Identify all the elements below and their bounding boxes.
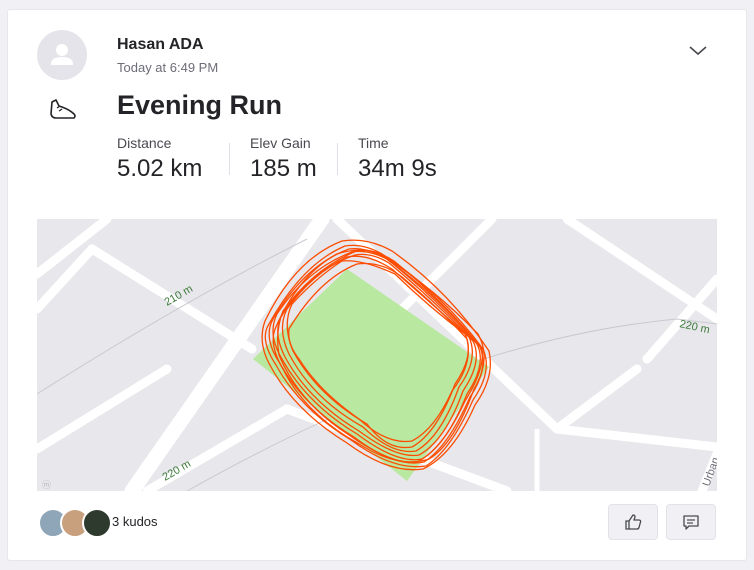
- stat-value: 185 m: [250, 155, 317, 182]
- stat-label: Time: [358, 135, 389, 151]
- stat-label: Distance: [117, 135, 172, 151]
- stat-distance: Distance 5.02 km: [117, 135, 202, 183]
- stat-value: 34m 9s: [358, 155, 437, 182]
- comment-button[interactable]: [666, 504, 716, 540]
- kudos-avatars[interactable]: [38, 508, 112, 538]
- stat-value: 5.02 km: [117, 155, 203, 182]
- route-map[interactable]: 210 m 220 m 220 m Urban ⓜ: [37, 219, 717, 491]
- running-shoe-icon: [46, 94, 80, 124]
- activity-card: Hasan ADA Today at 6:49 PM Evening Run D…: [8, 10, 746, 560]
- stat-divider: [229, 143, 230, 175]
- stat-label: Elev Gain: [250, 135, 311, 151]
- activity-timestamp: Today at 6:49 PM: [117, 60, 219, 75]
- stat-time: Time 34m 9s: [358, 135, 437, 183]
- kudos-button[interactable]: [608, 504, 658, 540]
- activity-title[interactable]: Evening Run: [117, 90, 282, 121]
- stat-elev-gain: Elev Gain 185 m: [250, 135, 317, 183]
- kudos-count[interactable]: 3 kudos: [112, 514, 158, 529]
- comment-icon: [683, 515, 699, 530]
- map-attribution-icon: ⓜ: [42, 480, 52, 490]
- chevron-down-icon[interactable]: [684, 38, 712, 62]
- thumbs-up-icon: [625, 514, 642, 530]
- kudos-avatar[interactable]: [82, 508, 112, 538]
- athlete-name[interactable]: Hasan ADA: [117, 36, 204, 54]
- stat-divider: [337, 143, 338, 175]
- athlete-avatar[interactable]: [37, 30, 87, 80]
